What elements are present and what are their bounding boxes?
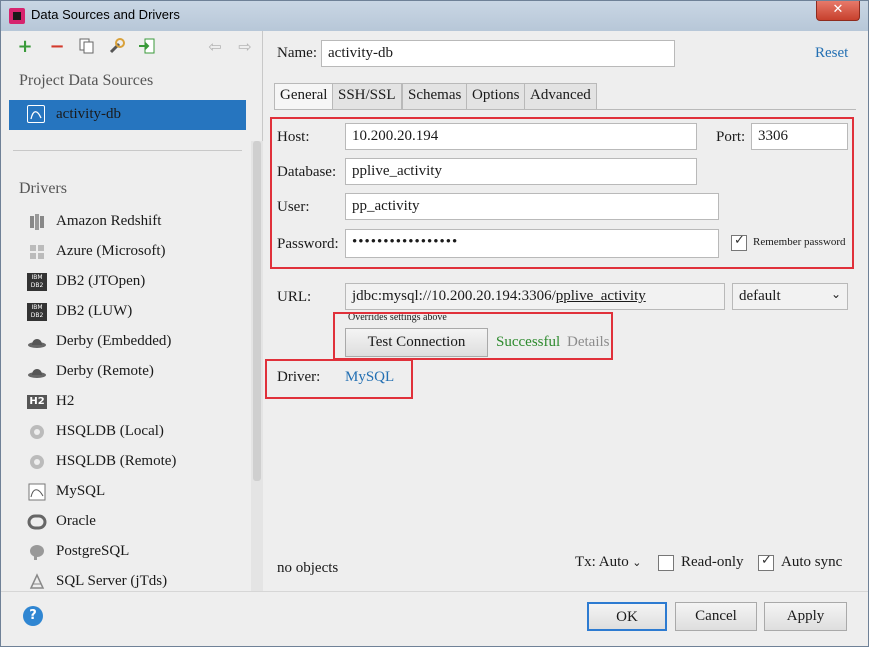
driver-label: HSQLDB (Remote) bbox=[56, 453, 177, 469]
back-icon[interactable]: ⇦ bbox=[205, 37, 225, 57]
driver-item-derby-remote[interactable]: Derby (Remote) bbox=[27, 361, 247, 385]
driver-item-postgresql[interactable]: PostgreSQL bbox=[27, 541, 247, 565]
ok-button[interactable]: OK bbox=[587, 602, 667, 631]
hsqldb-icon bbox=[27, 423, 47, 441]
settings-icon[interactable] bbox=[107, 37, 127, 57]
mysql-icon bbox=[27, 105, 45, 123]
drivers-header: Drivers bbox=[19, 180, 67, 197]
chevron-down-icon: ⌄ bbox=[628, 556, 642, 569]
tab-ssh-ssl[interactable]: SSH/SSL bbox=[332, 83, 402, 109]
driver-label: Amazon Redshift bbox=[56, 213, 162, 229]
project-item-label: activity-db bbox=[56, 106, 121, 122]
dialog-footer: ? OK Cancel Apply bbox=[1, 591, 868, 646]
url-mode-value: default bbox=[739, 288, 781, 304]
sidebar-scrollbar-thumb[interactable] bbox=[253, 141, 261, 481]
sidebar-toolbar: + − ⇦ ⇨ bbox=[1, 31, 263, 65]
driver-label: Azure (Microsoft) bbox=[56, 243, 166, 259]
tab-divider bbox=[274, 109, 856, 110]
driver-item-hsqldb-remote[interactable]: HSQLDB (Remote) bbox=[27, 451, 247, 475]
dialog-window: Data Sources and Drivers ✕ + − ⇦ ⇨ Proje… bbox=[0, 0, 869, 647]
close-button[interactable]: ✕ bbox=[816, 1, 860, 21]
apply-button[interactable]: Apply bbox=[764, 602, 847, 631]
app-logo-icon bbox=[9, 8, 25, 24]
driver-label: Derby (Embedded) bbox=[56, 333, 172, 349]
project-data-sources-header: Project Data Sources bbox=[19, 72, 154, 89]
tx-mode-label: Tx: Auto bbox=[575, 554, 629, 570]
checkmark-icon: ✓ bbox=[761, 553, 772, 568]
duplicate-icon[interactable] bbox=[77, 37, 97, 57]
driver-highlight bbox=[265, 359, 413, 399]
driver-label: H2 bbox=[56, 393, 75, 409]
driver-item-oracle[interactable]: Oracle bbox=[27, 511, 247, 535]
driver-item-db2-jtopen[interactable]: IBM DB2 DB2 (JTOpen) bbox=[27, 271, 247, 295]
settings-panel: Name: activity-db Reset General SSH/SSL … bbox=[264, 31, 868, 591]
left-panel: + − ⇦ ⇨ Project Data Sources activity-db… bbox=[1, 31, 263, 591]
driver-label: PostgreSQL bbox=[56, 543, 130, 559]
url-mode-select[interactable]: default ⌄ bbox=[732, 283, 848, 310]
url-input[interactable]: jdbc:mysql://10.200.20.194:3306/pplive_a… bbox=[345, 283, 725, 310]
hsqldb-icon bbox=[27, 453, 47, 471]
driver-label: HSQLDB (Local) bbox=[56, 423, 164, 439]
cancel-button[interactable]: Cancel bbox=[675, 602, 757, 631]
mysql-icon bbox=[27, 483, 47, 501]
tx-mode-dropdown[interactable]: Tx: Auto ⌄ bbox=[575, 554, 641, 571]
auto-sync-label: Auto sync bbox=[781, 554, 843, 570]
driver-label: Oracle bbox=[56, 513, 96, 529]
driver-item-amazon-redshift[interactable]: Amazon Redshift bbox=[27, 211, 247, 235]
driver-item-hsqldb-local[interactable]: HSQLDB (Local) bbox=[27, 421, 247, 445]
tab-options[interactable]: Options bbox=[466, 83, 526, 109]
help-icon[interactable]: ? bbox=[23, 606, 43, 626]
reset-link[interactable]: Reset bbox=[815, 45, 848, 62]
driver-item-mysql[interactable]: MySQL bbox=[27, 481, 247, 505]
driver-label: MySQL bbox=[56, 483, 106, 499]
project-item-activity-db[interactable]: activity-db bbox=[9, 100, 246, 130]
db2-icon: IBM DB2 bbox=[27, 273, 47, 291]
redshift-icon bbox=[27, 213, 47, 231]
forward-icon[interactable]: ⇨ bbox=[235, 37, 255, 57]
driver-item-derby-embedded[interactable]: Derby (Embedded) bbox=[27, 331, 247, 355]
oracle-icon bbox=[27, 513, 47, 531]
test-connection-highlight bbox=[333, 312, 613, 360]
window-title: Data Sources and Drivers bbox=[31, 7, 180, 22]
tab-advanced[interactable]: Advanced bbox=[524, 83, 597, 109]
read-only-checkbox[interactable] bbox=[658, 555, 674, 571]
connection-fields-highlight bbox=[270, 117, 854, 269]
tab-general[interactable]: General bbox=[274, 83, 334, 110]
driver-label: DB2 (JTOpen) bbox=[56, 273, 146, 289]
driver-label: Derby (Remote) bbox=[56, 363, 154, 379]
name-input[interactable]: activity-db bbox=[321, 40, 675, 67]
postgresql-icon bbox=[27, 543, 47, 561]
driver-label: DB2 (LUW) bbox=[56, 303, 133, 319]
tab-schemas[interactable]: Schemas bbox=[402, 83, 468, 109]
read-only-label: Read-only bbox=[681, 554, 744, 570]
driver-item-h2[interactable]: H2 H2 bbox=[27, 391, 247, 415]
auto-sync-checkbox[interactable]: ✓ bbox=[758, 553, 774, 571]
h2-icon: H2 bbox=[27, 395, 47, 409]
driver-item-azure[interactable]: Azure (Microsoft) bbox=[27, 241, 247, 265]
title-bar: Data Sources and Drivers ✕ bbox=[1, 1, 868, 31]
url-prefix: jdbc:mysql://10.200.20.194:3306/ bbox=[352, 288, 556, 304]
objects-status: no objects bbox=[277, 560, 339, 576]
sqlserver-icon bbox=[27, 573, 47, 591]
url-label: URL: bbox=[277, 289, 312, 305]
derby-hat-icon bbox=[27, 333, 47, 351]
import-icon[interactable] bbox=[137, 37, 157, 57]
chevron-down-icon: ⌄ bbox=[830, 287, 841, 301]
remove-icon[interactable]: − bbox=[47, 37, 67, 57]
db2-icon: IBM DB2 bbox=[27, 303, 47, 321]
windows-icon bbox=[27, 243, 47, 261]
driver-item-db2-luw[interactable]: IBM DB2 DB2 (LUW) bbox=[27, 301, 247, 325]
add-icon[interactable]: + bbox=[15, 37, 35, 57]
driver-label: SQL Server (jTds) bbox=[56, 573, 168, 589]
url-database: pplive_activity bbox=[555, 288, 646, 304]
divider bbox=[13, 150, 242, 151]
name-label: Name: bbox=[277, 45, 317, 61]
derby-hat-icon bbox=[27, 363, 47, 381]
